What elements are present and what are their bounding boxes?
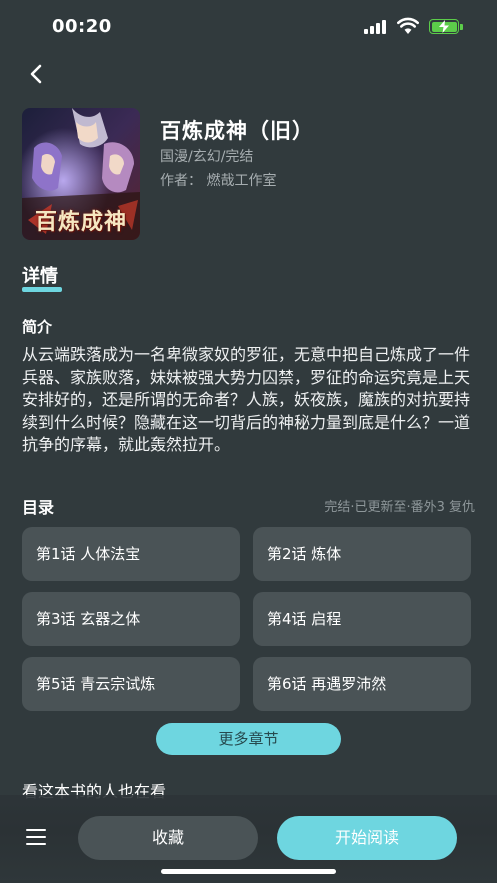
home-indicator: [161, 869, 336, 874]
book-title: 百炼成神（旧）: [160, 119, 314, 143]
status-bar: 00:20: [0, 0, 497, 54]
back-button[interactable]: [22, 60, 50, 88]
toc-heading: 目录: [22, 498, 55, 517]
intro-text: 从云端跌落成为一名卑微家奴的罗征，无意中把自己炼成了一件兵器、家族败落，妹妹被强…: [22, 345, 471, 454]
charging-bolt-icon: [439, 20, 449, 33]
cover-title-art: 百炼成神: [34, 209, 127, 235]
book-cover[interactable]: 百炼成神: [22, 108, 140, 240]
chapter-item[interactable]: 第6话 再遇罗沛然: [253, 657, 471, 711]
status-time: 00:20: [52, 16, 112, 37]
intro-heading: 简介: [22, 318, 53, 336]
book-tags: 国漫/玄幻/完结: [160, 149, 254, 165]
chapter-item[interactable]: 第5话 青云宗试炼: [22, 657, 240, 711]
chapter-item[interactable]: 第3话 玄器之体: [22, 592, 240, 646]
favorite-button[interactable]: 收藏: [78, 816, 258, 860]
chevron-left-icon: [30, 64, 42, 84]
tab-active-indicator: [22, 287, 62, 292]
chapter-item[interactable]: 第1话 人体法宝: [22, 527, 240, 581]
battery-cap: [460, 24, 463, 30]
wifi-icon: [397, 17, 419, 34]
book-author: 作者： 燃哉工作室: [160, 173, 277, 189]
more-chapters-button[interactable]: 更多章节: [156, 723, 341, 755]
chapter-item[interactable]: 第4话 启程: [253, 592, 471, 646]
tab-detail[interactable]: 详情: [22, 262, 58, 288]
cellular-signal-icon: [364, 20, 390, 34]
toc-status: 完结·已更新至·番外3 复仇: [324, 500, 475, 515]
start-reading-button[interactable]: 开始阅读: [277, 816, 457, 860]
menu-icon[interactable]: [26, 828, 46, 846]
chapter-item[interactable]: 第2话 炼体: [253, 527, 471, 581]
